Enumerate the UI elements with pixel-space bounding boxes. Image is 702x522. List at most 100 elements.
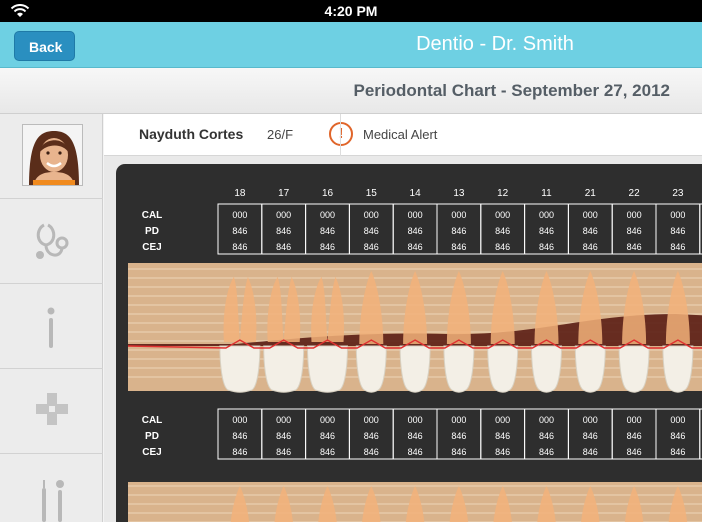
stethoscope-icon <box>36 223 69 259</box>
tooth-number: 11 <box>541 188 552 199</box>
measurement-value: 846 <box>670 226 685 236</box>
tooth-number: 18 <box>234 188 246 199</box>
tooth-number: 13 <box>453 188 465 199</box>
measurement-value: 846 <box>539 226 554 236</box>
tooth-crown[interactable] <box>487 345 519 393</box>
measurement-value: 846 <box>408 447 423 457</box>
measurement-value: 846 <box>408 226 423 236</box>
status-time: 4:20 PM <box>324 3 378 19</box>
sidebar-item-treatment[interactable] <box>0 369 103 454</box>
measurement-value: 000 <box>451 415 466 425</box>
chart-header: Periodontal Chart - September 27, 2012 <box>0 68 702 114</box>
sidebar-item-exam[interactable] <box>0 199 103 284</box>
tooth-crown[interactable] <box>219 345 261 393</box>
patient-name: Nayduth Cortes <box>139 126 244 142</box>
chart-title: Periodontal Chart - September 27, 2012 <box>353 81 671 100</box>
measurement-value: 846 <box>232 447 247 457</box>
measurement-value: 000 <box>364 210 379 220</box>
measurement-value: 000 <box>627 415 642 425</box>
divider <box>340 114 341 156</box>
tooth-crown[interactable] <box>443 345 475 393</box>
measurement-value: 000 <box>583 415 598 425</box>
measurement-value: 000 <box>276 415 291 425</box>
measurement-value: 846 <box>276 226 291 236</box>
measurement-value: 846 <box>232 226 247 236</box>
tooth-crown[interactable] <box>574 345 606 393</box>
measurement-value: 846 <box>276 242 291 252</box>
measurement-value: 846 <box>583 447 598 457</box>
measurement-value: 846 <box>539 447 554 457</box>
row-label-cal: CAL <box>142 210 163 221</box>
tooth-crown[interactable] <box>618 345 650 393</box>
measurement-value: 846 <box>627 226 642 236</box>
tooth-number: 16 <box>322 188 334 199</box>
row-label-pd: PD <box>145 226 159 237</box>
measurement-value: 000 <box>451 210 466 220</box>
instruments-icon <box>42 480 64 522</box>
measurement-value: 846 <box>364 242 379 252</box>
sidebar-item-probe[interactable] <box>0 284 103 369</box>
measurement-value: 846 <box>670 431 685 441</box>
patient-bar: Nayduth Cortes 26/F ! Medical Alert <box>104 114 702 156</box>
patient-age-sex: 26/F <box>267 127 294 142</box>
measurement-value: 846 <box>408 242 423 252</box>
measurement-value: 000 <box>320 415 335 425</box>
plus-icon <box>36 393 68 425</box>
measurement-value: 846 <box>451 447 466 457</box>
perio-chart: 181716151413121121222324CALPDCEJ00084684… <box>127 188 702 522</box>
alert-icon[interactable]: ! <box>329 122 353 146</box>
measurement-value: 846 <box>364 431 379 441</box>
measurement-value: 000 <box>232 415 247 425</box>
row-label-cej: CEJ <box>142 242 161 253</box>
measurement-value: 846 <box>495 226 510 236</box>
measurement-value: 000 <box>670 415 685 425</box>
nav-title: Dentio - Dr. Smith <box>416 33 574 55</box>
measurement-value: 846 <box>583 242 598 252</box>
tooth-number: 22 <box>629 188 641 199</box>
medical-alert-label[interactable]: Medical Alert <box>363 127 437 142</box>
tooth-number: 21 <box>585 188 597 199</box>
row-label-pd: PD <box>145 431 159 442</box>
measurement-value: 846 <box>495 447 510 457</box>
measurement-value: 846 <box>670 242 685 252</box>
sidebar-item-instruments[interactable] <box>0 454 103 522</box>
measurement-value: 846 <box>320 431 335 441</box>
perio-chart-panel: 181716151413121121222324CALPDCEJ00084684… <box>116 164 702 522</box>
measurement-value: 000 <box>495 210 510 220</box>
measurement-value: 846 <box>276 431 291 441</box>
measurement-value: 000 <box>320 210 335 220</box>
tooth-number: 12 <box>497 188 509 199</box>
back-button[interactable]: Back <box>14 31 76 61</box>
row-label-cal: CAL <box>142 415 163 426</box>
measurement-value: 000 <box>627 210 642 220</box>
measurement-value: 846 <box>364 226 379 236</box>
measurement-value: 000 <box>539 415 554 425</box>
measurement-value: 000 <box>539 210 554 220</box>
tooth-crown[interactable] <box>263 345 305 393</box>
measurement-value: 000 <box>583 210 598 220</box>
sidebar-item-patient[interactable] <box>0 114 103 199</box>
measurement-value: 846 <box>539 242 554 252</box>
tooth-crown[interactable] <box>530 345 563 393</box>
measurement-value: 000 <box>232 210 247 220</box>
tooth-crown[interactable] <box>662 345 694 393</box>
tooth-number: 17 <box>278 188 290 199</box>
measurement-value: 846 <box>364 447 379 457</box>
measurement-value: 846 <box>627 431 642 441</box>
measurement-value: 846 <box>232 242 247 252</box>
tooth-crown[interactable] <box>355 345 387 393</box>
measurement-value: 846 <box>408 431 423 441</box>
measurement-value: 846 <box>451 431 466 441</box>
avatar <box>22 124 83 186</box>
row-label-cej: CEJ <box>142 447 161 458</box>
measurement-value: 846 <box>232 431 247 441</box>
measurement-value: 000 <box>495 415 510 425</box>
probe-icon <box>47 307 55 348</box>
measurement-value: 846 <box>627 447 642 457</box>
tooth-crown[interactable] <box>306 345 349 393</box>
measurement-value: 846 <box>583 431 598 441</box>
nav-bar: Back Dentio - Dr. Smith <box>0 22 702 68</box>
tooth-crown[interactable] <box>399 345 431 393</box>
measurement-value: 846 <box>583 226 598 236</box>
measurement-value: 846 <box>320 447 335 457</box>
